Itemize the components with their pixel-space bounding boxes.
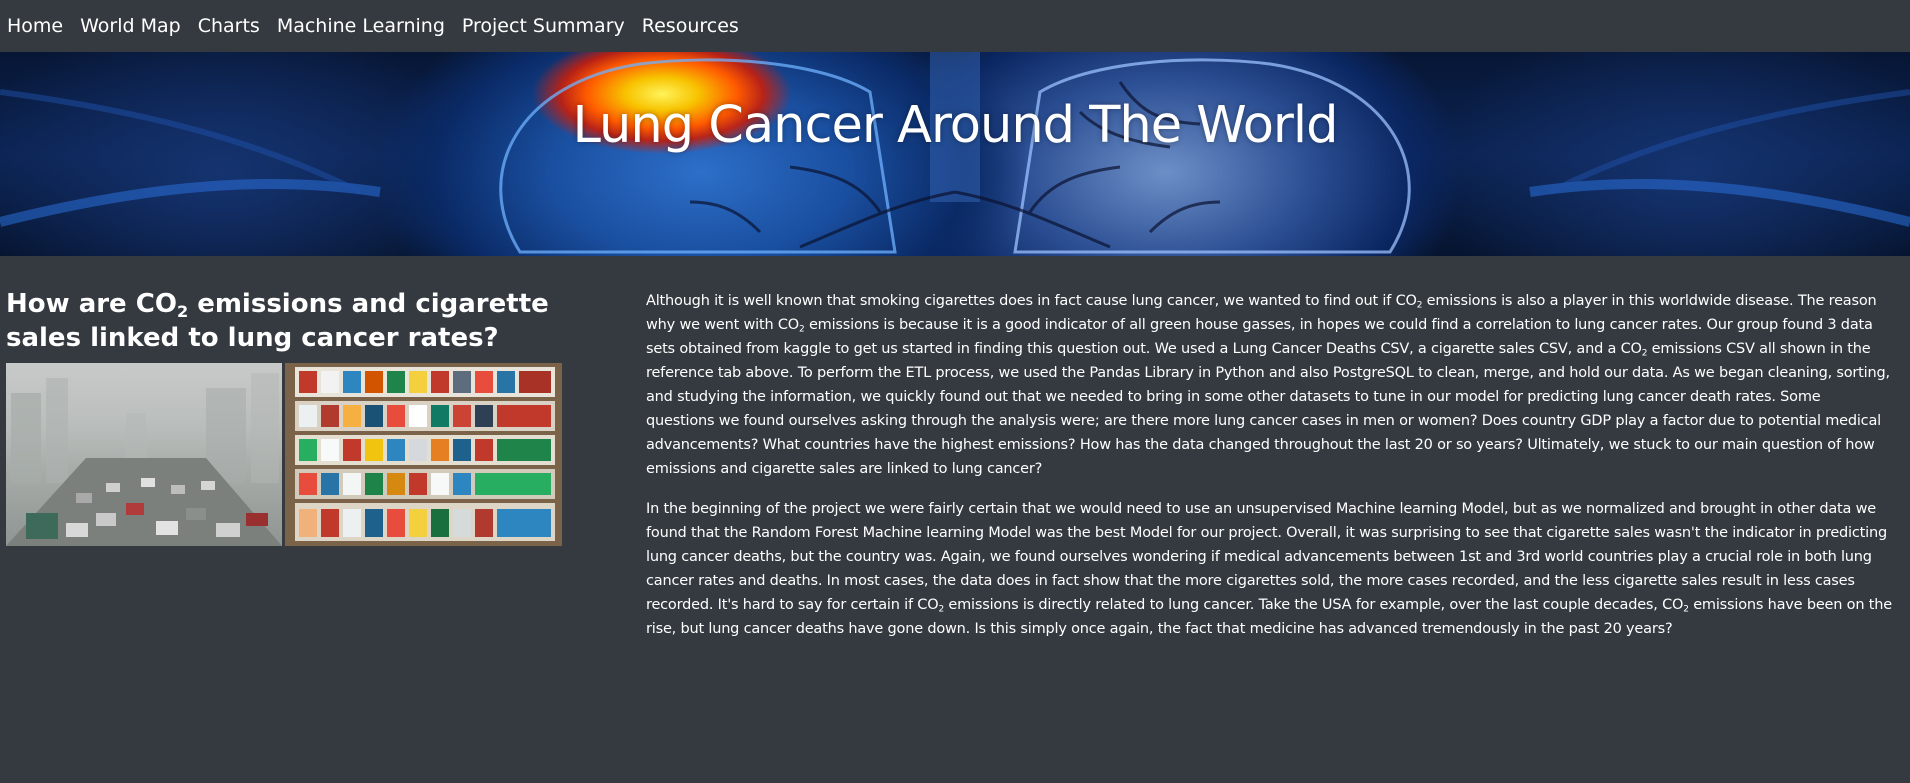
hero-banner: Lung Cancer Around The World [0, 52, 1910, 256]
nav-link-home[interactable]: Home [7, 16, 63, 36]
nav-link-resources[interactable]: Resources [642, 16, 739, 36]
cigarette-shelf-photo [285, 363, 562, 546]
smog-traffic-photo [6, 363, 282, 546]
summary-paragraph-1: Although it is well known that smoking c… [646, 293, 1890, 477]
nav-link-machine-learning[interactable]: Machine Learning [277, 16, 445, 36]
nav-link-world-map[interactable]: World Map [80, 16, 181, 36]
nav-link-charts[interactable]: Charts [198, 16, 260, 36]
summary-paragraph-2: In the beginning of the project we were … [646, 501, 1892, 637]
nav-link-project-summary[interactable]: Project Summary [462, 16, 625, 36]
heading-subscript: 2 [176, 301, 189, 321]
heading-text-part1: How are CO [6, 289, 177, 319]
top-navbar: Home World Map Charts Machine Learning P… [0, 0, 1910, 52]
project-summary-text: Although it is well known that smoking c… [646, 289, 1892, 657]
page-title: Lung Cancer Around The World [572, 96, 1339, 155]
section-heading: How are CO2 emissions and cigarette sale… [6, 287, 606, 355]
